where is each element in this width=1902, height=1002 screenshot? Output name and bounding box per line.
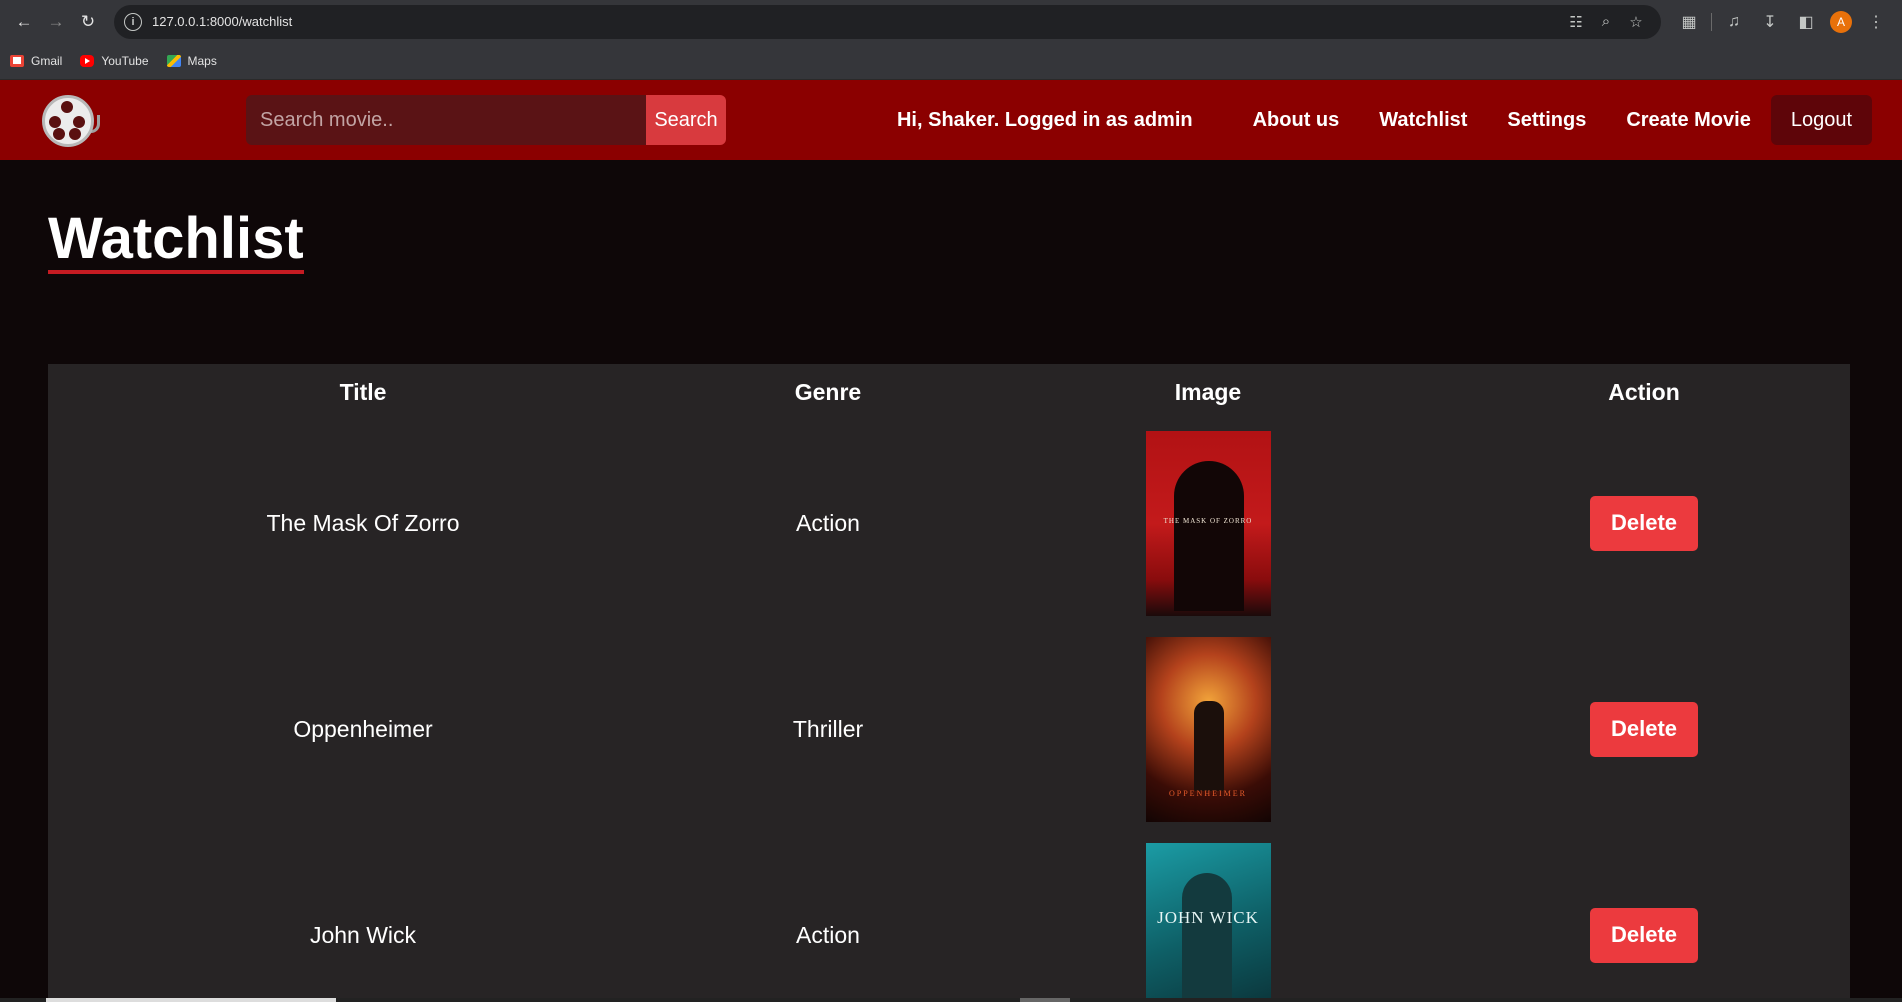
poster-title-text: THE MASK OF ZORRO [1163,516,1253,525]
poster-title-text: OPPENHEIMER [1168,788,1247,798]
movie-poster: THE MASK OF ZORRO [1145,430,1271,616]
address-bar[interactable]: i 127.0.0.1:8000/watchlist ☷ ⌕ ☆ [114,4,1661,39]
bookmark-label: YouTube [101,54,149,68]
logo-hole [53,128,65,140]
scrollbar-thumb-secondary[interactable] [1020,998,1070,1002]
watchlist-table: Title Genre Image Action The Mask Of Zor… [48,364,1850,1002]
bookmark-gmail[interactable]: Gmail [10,54,62,68]
delete-button[interactable]: Delete [1590,907,1698,963]
extensions-icon[interactable]: ▦ [1671,6,1707,38]
reload-icon[interactable]: ↻ [72,6,104,38]
page-title: Watchlist [48,160,304,274]
toolbar-divider [1711,12,1712,31]
user-greeting: Hi, Shaker. Logged in as admin [896,108,1193,131]
delete-button[interactable]: Delete [1590,495,1698,551]
site-info-icon[interactable]: i [124,12,142,31]
nav-settings[interactable]: Settings [1507,109,1586,132]
youtube-icon [80,55,95,67]
horizontal-scrollbar[interactable] [0,998,1902,1002]
poster-title-text: JOHN WICK [1157,907,1259,927]
movie-title: The Mask Of Zorro [266,509,460,536]
watchlist-table-container: Title Genre Image Action The Mask Of Zor… [48,364,1850,1002]
movie-poster: OPPENHEIMER [1145,636,1271,822]
table-row: The Mask Of Zorro Action THE MASK OF ZOR… [48,420,1850,626]
nav-about-us[interactable]: About us [1253,109,1340,132]
movie-action-cell: Delete [1438,420,1850,626]
media-controls-icon[interactable]: ♫ [1716,6,1752,38]
movie-image-cell: OPPENHEIMER [978,626,1438,832]
translate-icon[interactable]: ☷ [1561,7,1591,37]
nav-watchlist[interactable]: Watchlist [1379,109,1467,132]
logo-hole [61,101,73,113]
back-icon[interactable]: ← [8,6,40,38]
gmail-icon [10,55,24,67]
poster-figure [1181,872,1232,1002]
search-input[interactable] [246,95,646,145]
movie-action-cell: Delete [1438,626,1850,832]
bookmark-youtube[interactable]: YouTube [80,54,149,68]
logo-reel [42,95,94,147]
column-header-title: Title [339,378,387,405]
nav-create-movie[interactable]: Create Movie [1626,109,1751,132]
movie-genre: Action [796,921,860,948]
scrollbar-thumb[interactable] [46,998,336,1002]
forward-icon[interactable]: → [40,6,72,38]
bookmarks-bar: Gmail YouTube Maps [0,43,1902,80]
movie-title: John Wick [309,921,417,948]
logo-hole [73,116,85,128]
logo-hole [69,128,81,140]
delete-button[interactable]: Delete [1590,701,1698,757]
movie-genre: Action [796,509,860,536]
logout-button[interactable]: Logout [1770,95,1872,145]
column-header-action: Action [1608,378,1680,405]
poster-figure [1173,460,1244,611]
bookmark-maps[interactable]: Maps [166,54,217,68]
browser-toolbar: ← → ↻ i 127.0.0.1:8000/watchlist ☷ ⌕ ☆ ▦… [0,0,1902,43]
column-header-genre: Genre [794,378,862,405]
search-button[interactable]: Search [646,95,726,145]
main-nav: Hi, Shaker. Logged in as admin About us … [897,95,1872,145]
site-header: Search Hi, Shaker. Logged in as admin Ab… [0,80,1902,160]
movie-poster: JOHN WICK [1145,842,1271,1002]
movie-image-cell: THE MASK OF ZORRO [978,420,1438,626]
bookmark-label: Maps [187,54,217,68]
poster-figure [1193,700,1224,791]
side-panel-icon[interactable]: ◧ [1788,6,1824,38]
movie-title: Oppenheimer [293,715,433,742]
url-text[interactable]: 127.0.0.1:8000/watchlist [152,14,1561,29]
table-row: Oppenheimer Thriller OPPENHEIMER Delete [48,626,1850,832]
movie-image-cell: JOHN WICK [978,832,1438,1002]
menu-kebab-icon[interactable]: ⋮ [1858,6,1894,38]
table-row: John Wick Action JOHN WICK Delete [48,832,1850,1002]
logo-hole [49,116,61,128]
downloads-icon[interactable]: ↧ [1752,6,1788,38]
movie-action-cell: Delete [1438,832,1850,1002]
bookmark-label: Gmail [31,54,63,68]
profile-avatar[interactable]: A [1830,10,1852,33]
main-content: Watchlist Title Genre Image Action The M… [0,160,1902,1002]
table-header-row: Title Genre Image Action [48,364,1850,420]
bookmark-star-icon[interactable]: ☆ [1621,7,1651,37]
maps-icon [166,55,181,67]
film-reel-logo-icon[interactable] [40,89,102,151]
column-header-image: Image [1174,378,1242,405]
search-form: Search [246,95,726,145]
zoom-icon[interactable]: ⌕ [1591,7,1621,37]
movie-genre: Thriller [792,715,864,742]
